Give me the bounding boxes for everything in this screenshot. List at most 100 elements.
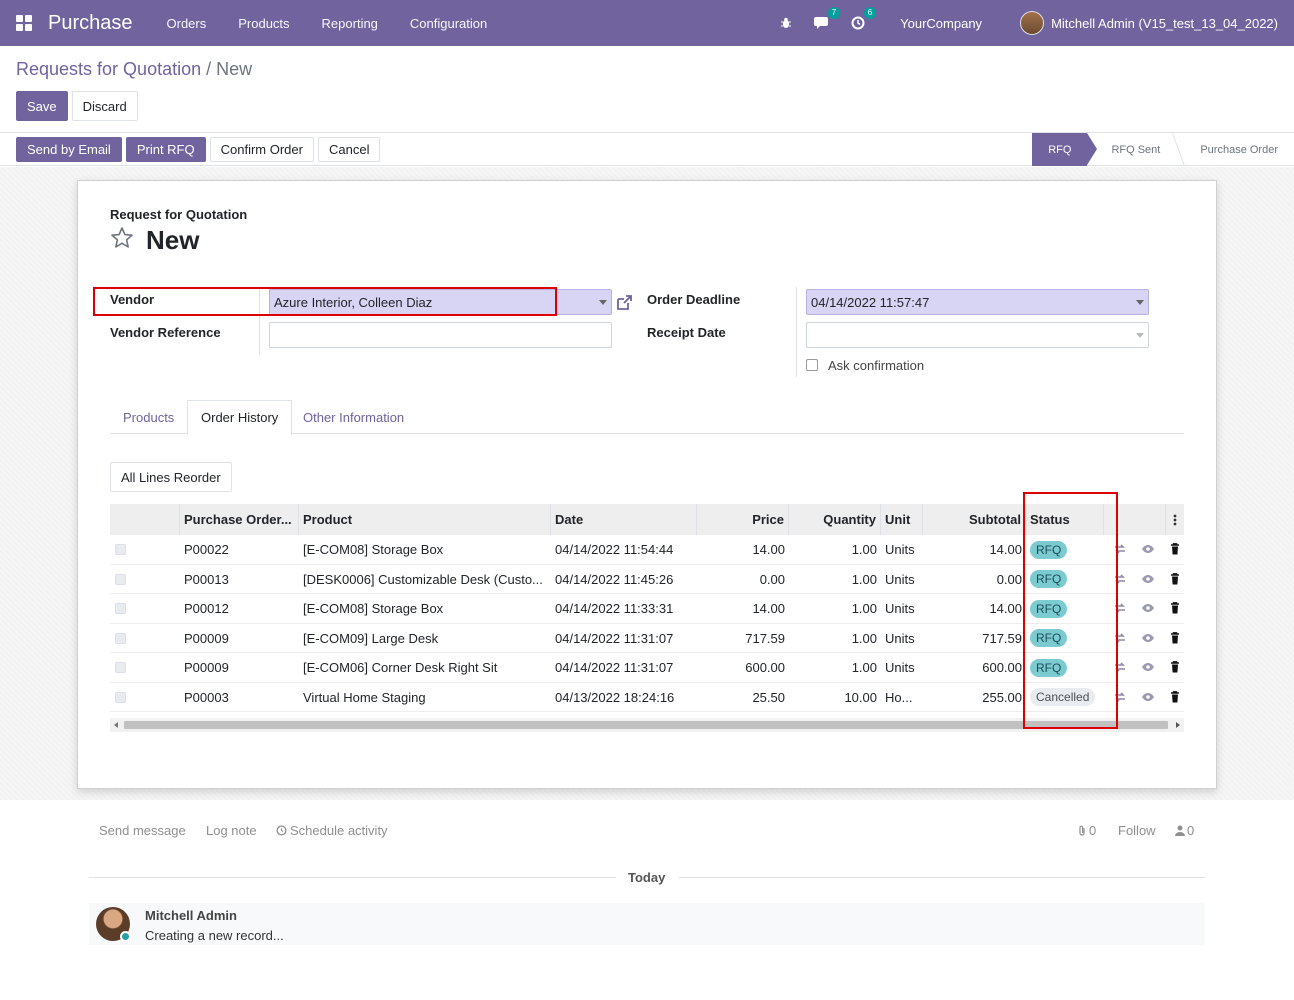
eye-icon[interactable] <box>1141 542 1155 556</box>
row-select-checkbox[interactable] <box>115 573 126 585</box>
cell-subtotal: 717.59 <box>982 630 1022 646</box>
menu-reporting[interactable]: Reporting <box>322 16 378 31</box>
trash-icon[interactable] <box>1168 631 1182 645</box>
user-name: Mitchell Admin (V15_test_13_04_2022) <box>1051 15 1278 31</box>
optional-columns-icon[interactable] <box>1166 504 1184 535</box>
eye-icon[interactable] <box>1141 631 1155 645</box>
column-header-date[interactable]: Date <box>551 504 697 535</box>
cell-unit: Units <box>885 542 915 557</box>
print-rfq-button[interactable]: Print RFQ <box>125 137 206 162</box>
divider <box>679 877 1205 878</box>
row-select-checkbox[interactable] <box>115 691 126 703</box>
cell-price: 717.59 <box>745 630 785 646</box>
bug-icon[interactable] <box>778 15 794 31</box>
tab-other-information[interactable]: Other Information <box>290 400 417 434</box>
stage-rfq-sent[interactable]: RFQ Sent <box>1087 133 1176 166</box>
save-button[interactable]: Save <box>16 91 68 121</box>
row-select-checkbox[interactable] <box>115 662 126 673</box>
all-lines-reorder-button[interactable]: All Lines Reorder <box>110 462 232 492</box>
eye-icon[interactable] <box>1141 660 1155 674</box>
cell-price: 25.50 <box>752 689 785 705</box>
followers-count: 0 <box>1187 823 1195 838</box>
chevron-down-icon[interactable] <box>1136 300 1144 305</box>
stage-purchase-order[interactable]: Purchase Order <box>1176 133 1294 166</box>
column-header-subtotal[interactable]: Subtotal <box>923 504 1026 535</box>
cell-subtotal: 14.00 <box>989 601 1022 616</box>
clock-icon[interactable]: 6 <box>850 7 877 31</box>
status-column-highlight-box <box>1023 492 1118 729</box>
chatter-message: Mitchell Admin Creating a new record... <box>89 903 1205 945</box>
attachments-button[interactable]: 0 <box>1077 823 1096 838</box>
cell-unit: Ho... <box>885 689 913 705</box>
trash-icon[interactable] <box>1168 601 1182 615</box>
scroll-left-icon[interactable] <box>114 722 118 728</box>
breadcrumb-parent[interactable]: Requests for Quotation <box>16 59 201 79</box>
cell-subtotal: 600.00 <box>982 660 1022 675</box>
external-link-icon[interactable] <box>615 294 633 312</box>
stage-rfq[interactable]: RFQ <box>1032 133 1098 166</box>
row-select-checkbox[interactable] <box>115 632 126 644</box>
cell-unit: Units <box>885 630 915 646</box>
eye-icon[interactable] <box>1141 572 1155 586</box>
schedule-activity-button[interactable]: Schedule activity <box>276 823 388 838</box>
vendor-highlight-box <box>93 287 557 316</box>
ask-confirmation-checkbox[interactable] <box>806 359 818 371</box>
chat-icon[interactable]: 7 <box>814 7 841 31</box>
menu-orders[interactable]: Orders <box>167 16 207 31</box>
receipt-date-input[interactable] <box>806 322 1149 348</box>
row-select-checkbox[interactable] <box>115 544 126 555</box>
send-by-email-button[interactable]: Send by Email <box>16 137 122 162</box>
cell-price: 14.00 <box>752 601 785 616</box>
menu-products[interactable]: Products <box>238 16 289 31</box>
cell-po: P00009 <box>184 630 229 646</box>
column-header-purchase-order[interactable]: Purchase Order... <box>180 504 299 535</box>
column-header-unit[interactable]: Unit <box>881 504 923 535</box>
trash-icon[interactable] <box>1168 542 1182 556</box>
attachments-count: 0 <box>1089 823 1097 838</box>
star-icon[interactable] <box>110 226 134 250</box>
chevron-down-icon[interactable] <box>599 300 607 305</box>
activities-count-badge: 6 <box>863 7 877 19</box>
tab-products[interactable]: Products <box>110 400 187 434</box>
user-menu[interactable]: Mitchell Admin (V15_test_13_04_2022) <box>1020 11 1278 35</box>
order-deadline-value: 04/14/2022 11:57:47 <box>811 295 930 310</box>
select-column-header <box>110 504 180 535</box>
row-select-checkbox[interactable] <box>115 603 126 614</box>
trash-icon[interactable] <box>1168 660 1182 674</box>
message-body: Creating a new record... <box>145 928 284 943</box>
chevron-down-icon[interactable] <box>1136 333 1144 338</box>
cell-product: [E-COM08] Storage Box <box>303 601 444 616</box>
status-stages: RFQ RFQ Sent Purchase Order <box>1032 133 1294 166</box>
discard-button[interactable]: Discard <box>71 91 138 121</box>
order-deadline-input[interactable]: 04/14/2022 11:57:47 <box>806 289 1149 315</box>
column-header-quantity[interactable]: Quantity <box>789 504 881 535</box>
menu-configuration[interactable]: Configuration <box>410 16 487 31</box>
column-header-price[interactable]: Price <box>697 504 789 535</box>
cell-unit: Units <box>885 601 915 616</box>
apps-menu-icon[interactable] <box>16 15 32 31</box>
cancel-button[interactable]: Cancel <box>317 137 381 162</box>
scroll-right-icon[interactable] <box>1176 722 1180 728</box>
cell-date: 04/14/2022 11:54:44 <box>555 542 674 557</box>
company-switcher[interactable]: YourCompany <box>900 16 982 31</box>
cell-po: P00003 <box>184 689 229 705</box>
notebook-tabs: Products Order History Other Information <box>110 400 1184 435</box>
app-name[interactable]: Purchase <box>48 12 133 35</box>
cell-qty: 10.00 <box>844 689 877 705</box>
message-author[interactable]: Mitchell Admin <box>145 908 237 923</box>
eye-icon[interactable] <box>1141 601 1155 615</box>
follow-button[interactable]: Follow <box>1118 823 1156 838</box>
log-note-button[interactable]: Log note <box>206 823 257 838</box>
send-message-button[interactable]: Send message <box>99 823 186 838</box>
column-header-product[interactable]: Product <box>299 504 551 535</box>
trash-icon[interactable] <box>1168 572 1182 586</box>
trash-icon[interactable] <box>1168 690 1182 704</box>
scrollbar-thumb[interactable] <box>124 721 1168 729</box>
followers-button[interactable]: 0 <box>1175 823 1194 838</box>
cell-price: 14.00 <box>752 542 785 557</box>
cell-qty: 1.00 <box>851 660 877 675</box>
eye-icon[interactable] <box>1141 690 1155 704</box>
vendor-reference-input[interactable] <box>269 322 612 348</box>
confirm-order-button[interactable]: Confirm Order <box>209 137 314 162</box>
tab-order-history[interactable]: Order History <box>187 400 293 435</box>
